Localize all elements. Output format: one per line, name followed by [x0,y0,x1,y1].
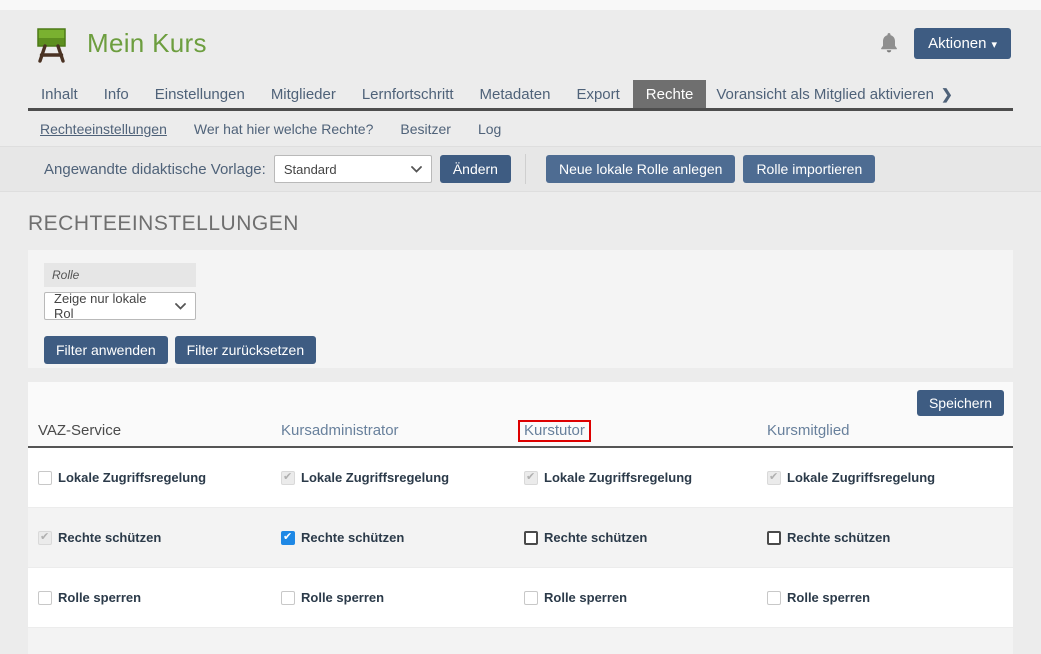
permission-label: Rechte schützen [58,530,161,545]
checkbox-lokale-zugriffsregelung-mitglied [767,471,781,485]
apply-filter-button[interactable]: Filter anwenden [44,336,168,364]
permission-cell: Lokale Zugriffsregelung [38,470,281,485]
didactic-template-toolbar: Angewandte didaktische Vorlage: Standard… [0,146,1041,192]
tab-info[interactable]: Info [91,80,142,108]
checkbox-rolle-sperren-vaz[interactable] [38,591,52,605]
role-filter-label: Rolle [44,263,196,287]
checkbox-rechte-schuetzen-mitglied[interactable] [767,531,781,545]
didactic-template-label: Angewandte didaktische Vorlage: [44,161,266,178]
table-row-partial [28,628,1013,654]
checkbox-rolle-sperren-mitglied[interactable] [767,591,781,605]
filter-panel: Rolle Zeige nur lokale Rol Filter anwend… [28,250,1013,368]
permission-label: Rolle sperren [544,590,627,605]
page-header: Mein Kurs Aktionen ▾ [0,10,1041,76]
checkbox-rechte-schuetzen-vaz [38,531,52,545]
actions-button-label: Aktionen [928,35,986,52]
table-row-rolle-sperren: Rolle sperren Rolle sperren Rolle sperre… [28,568,1013,628]
chevron-down-icon [175,303,186,310]
tab-einstellungen[interactable]: Einstellungen [142,80,258,108]
permission-cell: Rolle sperren [524,590,767,605]
permission-label: Lokale Zugriffsregelung [787,470,935,485]
toolbar-divider [525,154,526,184]
permission-cell: Lokale Zugriffsregelung [524,470,767,485]
permission-cell: Rolle sperren [38,590,281,605]
checkbox-rolle-sperren-tutor[interactable] [524,591,538,605]
permissions-table-panel: Speichern VAZ-Service Kursadministrator … [28,382,1013,654]
table-row-lokale-zugriffsregelung: Lokale Zugriffsregelung Lokale Zugriffsr… [28,448,1013,508]
column-header-kurstutor[interactable]: Kurstutor [524,422,767,440]
column-header-kurstutor-label: Kurstutor [524,422,585,439]
subtab-log[interactable]: Log [478,121,501,137]
permissions-column-headers: VAZ-Service Kursadministrator Kurstutor … [28,422,1013,448]
caret-down-icon: ▾ [991,39,997,51]
permission-cell: Rolle sperren [767,590,1010,605]
checkbox-lokale-zugriffsregelung-admin [281,471,295,485]
checkbox-rechte-schuetzen-admin[interactable] [281,531,295,545]
permission-label: Rolle sperren [301,590,384,605]
role-filter-select-value: Zeige nur lokale Rol [54,291,167,321]
import-role-button[interactable]: Rolle importieren [743,155,875,183]
chevron-right-icon: ❯ [941,86,953,102]
permission-label: Rolle sperren [58,590,141,605]
section-heading: RECHTEEINSTELLUNGEN [28,212,1013,236]
didactic-template-select[interactable]: Standard [274,155,432,183]
didactic-template-select-value: Standard [284,162,337,177]
main-tab-bar: Inhalt Info Einstellungen Mitglieder Ler… [28,80,1013,111]
permission-label: Lokale Zugriffsregelung [58,470,206,485]
permission-cell: Rechte schützen [281,530,524,545]
permission-label: Rechte schützen [301,530,404,545]
tab-metadaten[interactable]: Metadaten [467,80,564,108]
subtab-besitzer[interactable]: Besitzer [400,121,451,137]
reset-filter-button[interactable]: Filter zurücksetzen [175,336,316,364]
tab-mitglieder[interactable]: Mitglieder [258,80,349,108]
preview-as-member-link[interactable]: Voransicht als Mitglied aktivieren ❯ [706,80,962,108]
tab-rechte[interactable]: Rechte [633,80,707,108]
table-row-rechte-schuetzen: Rechte schützen Rechte schützen Rechte s… [28,508,1013,568]
browser-top-strip [0,0,1041,10]
page-title: Mein Kurs [87,28,207,59]
annotation-highlight-box: Kurstutor [518,420,591,442]
permission-label: Rechte schützen [544,530,647,545]
role-filter-select[interactable]: Zeige nur lokale Rol [44,292,196,320]
preview-as-member-label: Voransicht als Mitglied aktivieren [716,86,934,103]
permission-label: Rechte schützen [787,530,890,545]
permission-label: Rolle sperren [787,590,870,605]
checkbox-rechte-schuetzen-tutor[interactable] [524,531,538,545]
permission-cell: Rechte schützen [767,530,1010,545]
subtab-wer-hat-rechte[interactable]: Wer hat hier welche Rechte? [194,121,374,137]
save-button[interactable]: Speichern [917,390,1004,416]
checkbox-lokale-zugriffsregelung-vaz[interactable] [38,471,52,485]
permission-label: Lokale Zugriffsregelung [301,470,449,485]
change-template-button[interactable]: Ändern [440,155,511,183]
sub-tab-bar: Rechteeinstellungen Wer hat hier welche … [28,111,1013,146]
column-header-vaz-service: VAZ-Service [38,422,281,440]
column-header-kursadministrator[interactable]: Kursadministrator [281,422,524,440]
notification-bell-icon[interactable] [880,33,898,53]
permission-label: Lokale Zugriffsregelung [544,470,692,485]
permission-cell: Rolle sperren [281,590,524,605]
permission-cell: Rechte schützen [524,530,767,545]
chevron-down-icon [411,166,422,173]
new-local-role-button[interactable]: Neue lokale Rolle anlegen [546,155,735,183]
checkbox-rolle-sperren-admin[interactable] [281,591,295,605]
tab-inhalt[interactable]: Inhalt [28,80,91,108]
tab-export[interactable]: Export [563,80,632,108]
column-header-kursmitglied[interactable]: Kursmitglied [767,422,1010,440]
tab-lernfortschritt[interactable]: Lernfortschritt [349,80,467,108]
actions-button[interactable]: Aktionen ▾ [914,28,1011,59]
course-board-icon [32,22,74,64]
permission-cell: Lokale Zugriffsregelung [767,470,1010,485]
checkbox-lokale-zugriffsregelung-tutor [524,471,538,485]
subtab-rechteeinstellungen[interactable]: Rechteeinstellungen [40,121,167,137]
permission-cell: Rechte schützen [38,530,281,545]
permission-cell: Lokale Zugriffsregelung [281,470,524,485]
